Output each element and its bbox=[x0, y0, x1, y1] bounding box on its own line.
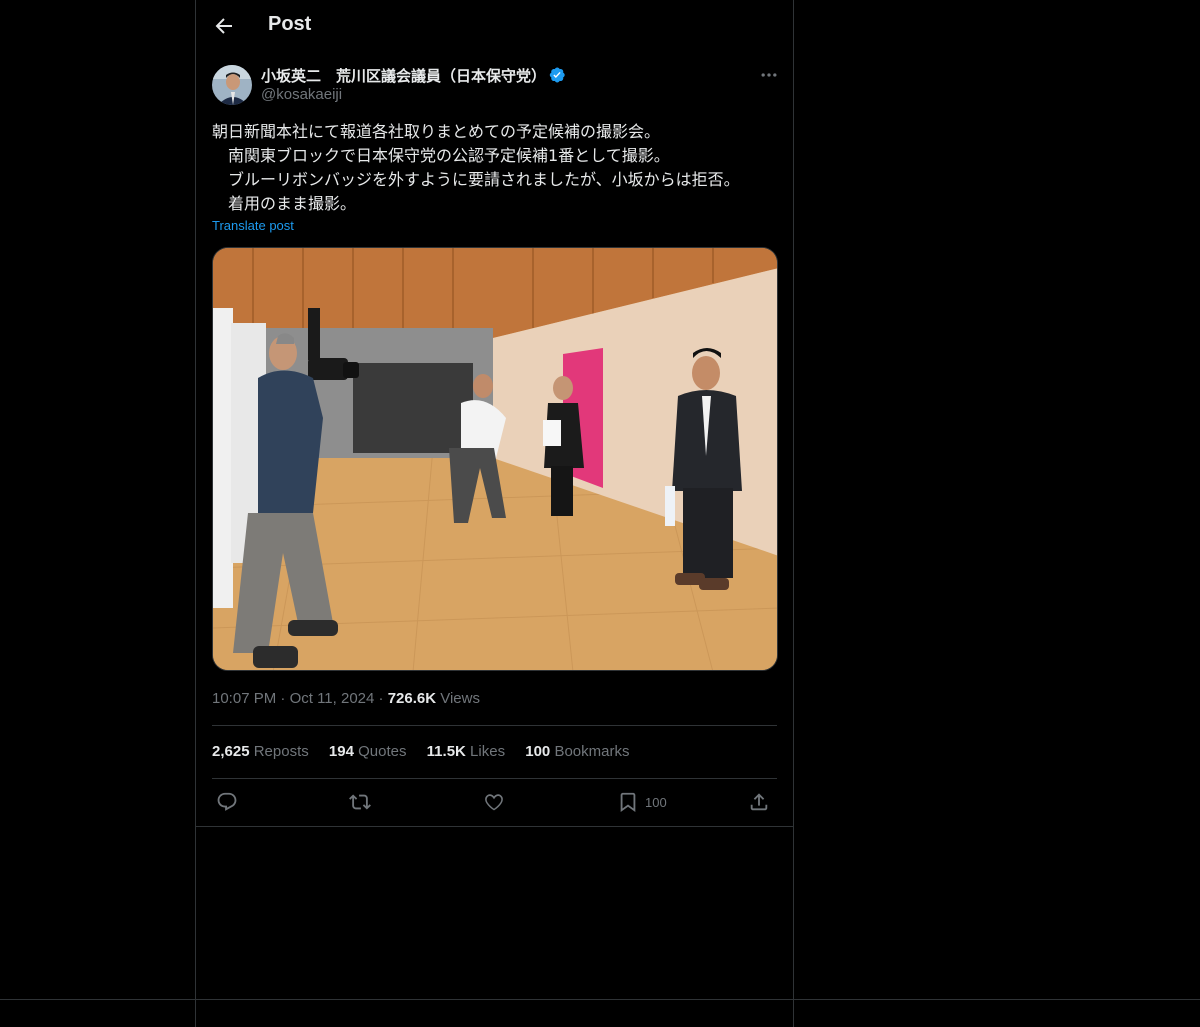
photo-image bbox=[213, 248, 777, 670]
post-stats: 2,625 Reposts 194 Quotes 11.5K Likes 100… bbox=[212, 743, 645, 760]
divider bbox=[212, 778, 777, 779]
post-date[interactable]: Oct 11, 2024 bbox=[290, 690, 375, 707]
bookmark-button[interactable]: 100 bbox=[617, 790, 667, 814]
views-label: Views bbox=[440, 690, 480, 707]
reposts-count: 2,625 bbox=[212, 743, 250, 760]
page-title: Post bbox=[268, 13, 312, 35]
share-button[interactable] bbox=[748, 790, 770, 814]
likes-stat[interactable]: 11.5K Likes bbox=[427, 743, 505, 760]
bookmark-count: 100 bbox=[645, 794, 667, 810]
reposts-label: Reposts bbox=[253, 743, 309, 760]
bookmarks-stat[interactable]: 100 Bookmarks bbox=[525, 743, 629, 760]
header: Post bbox=[196, 0, 794, 53]
bookmark-icon bbox=[620, 792, 636, 813]
meta-separator: · bbox=[378, 690, 384, 707]
divider bbox=[196, 826, 793, 827]
back-arrow-icon[interactable] bbox=[212, 14, 236, 38]
bottom-divider bbox=[0, 999, 1200, 1000]
post-photo[interactable] bbox=[212, 247, 778, 671]
translate-post-link[interactable]: Translate post bbox=[212, 218, 294, 233]
author-name[interactable]: 小坂英二 荒川区議会議員（日本保守党） bbox=[261, 65, 546, 86]
meta-separator: · bbox=[280, 690, 286, 707]
likes-count: 11.5K bbox=[426, 743, 466, 760]
avatar[interactable] bbox=[212, 65, 252, 105]
reposts-stat[interactable]: 2,625 Reposts bbox=[212, 743, 309, 760]
share-icon bbox=[750, 793, 768, 811]
reply-icon bbox=[217, 792, 237, 811]
like-button[interactable] bbox=[483, 790, 505, 814]
divider bbox=[212, 725, 777, 726]
author-handle[interactable]: @kosakaeiji bbox=[261, 86, 342, 103]
quotes-label: Quotes bbox=[358, 743, 407, 760]
like-icon bbox=[485, 794, 503, 811]
more-options-icon[interactable] bbox=[759, 65, 779, 85]
verified-badge-icon bbox=[549, 67, 565, 83]
views-count: 726.6K bbox=[387, 690, 437, 707]
post-text: 朝日新聞本社にて報道各社取りまとめての予定候補の撮影会。 南関東ブロックで日本保… bbox=[212, 122, 740, 213]
quotes-count: 194 bbox=[328, 743, 354, 760]
bookmarks-label: Bookmarks bbox=[554, 743, 630, 760]
likes-label: Likes bbox=[470, 743, 506, 760]
main-column: Post 小坂英二 荒川区議会議員（日本保守党） @kosakaeiji 朝日新… bbox=[195, 0, 794, 1027]
action-bar: 100 bbox=[212, 790, 778, 814]
quotes-stat[interactable]: 194 Quotes bbox=[329, 743, 407, 760]
repost-button[interactable] bbox=[349, 790, 371, 814]
post-meta: 10:07 PM · Oct 11, 2024 · 726.6K Views bbox=[212, 690, 480, 707]
bookmarks-count: 100 bbox=[525, 743, 551, 760]
post-time[interactable]: 10:07 PM bbox=[212, 690, 276, 707]
repost-icon bbox=[349, 794, 371, 810]
reply-button[interactable] bbox=[216, 790, 238, 814]
